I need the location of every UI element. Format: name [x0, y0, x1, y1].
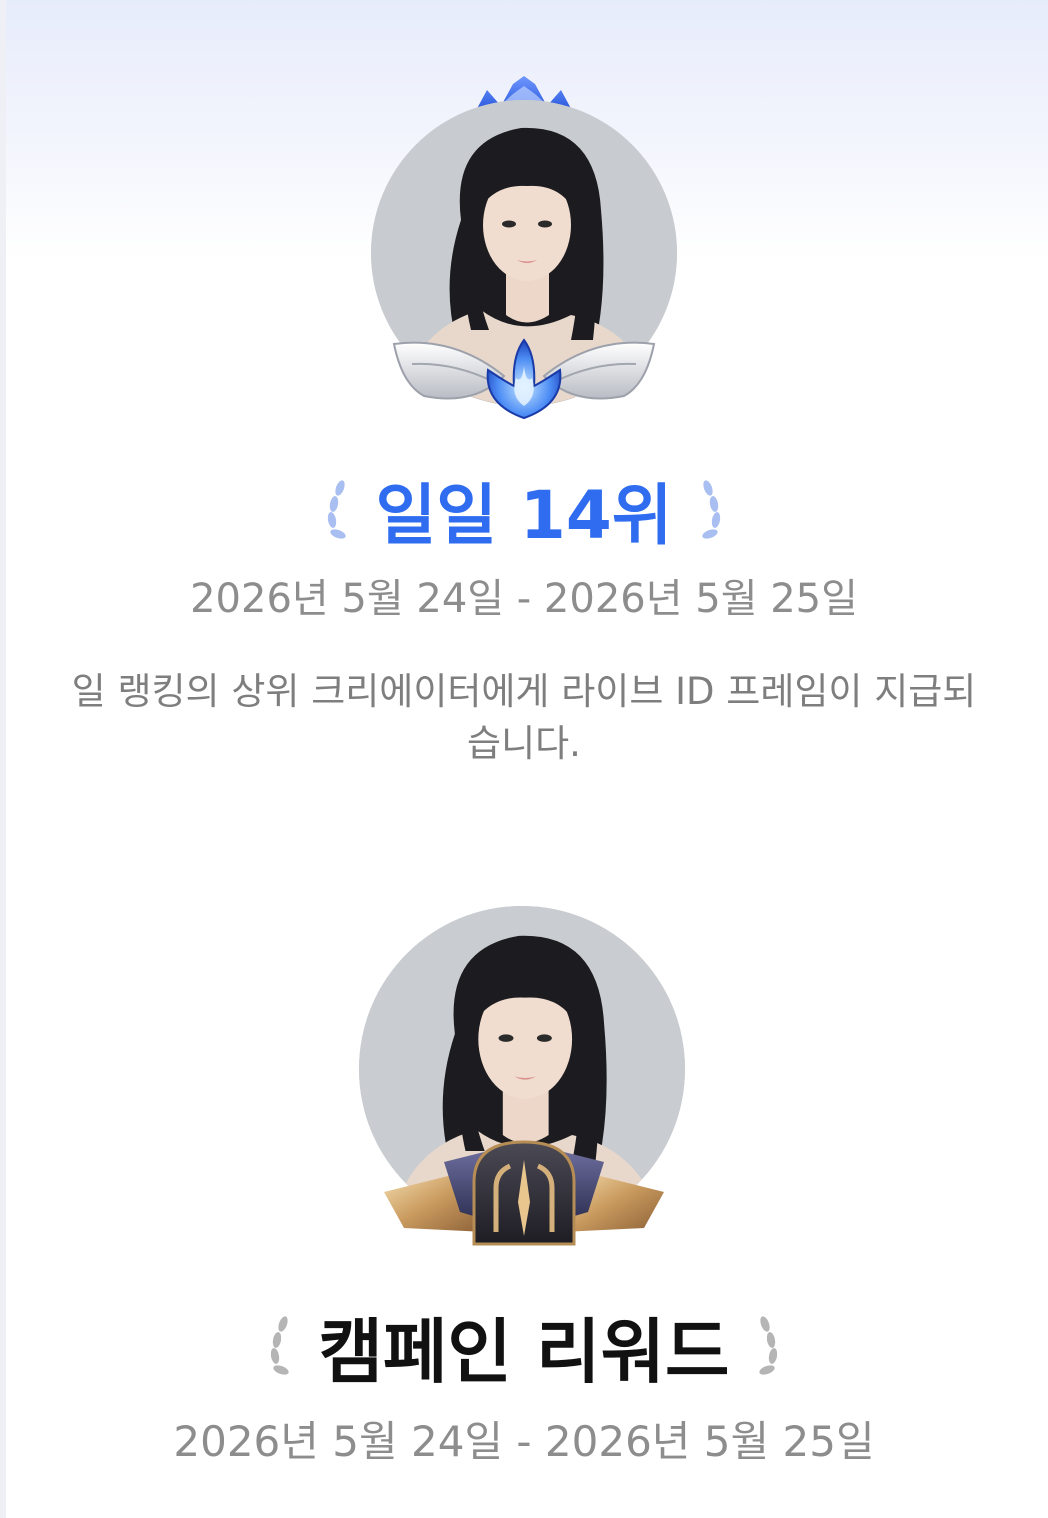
campaign-date-range: 2026년 5월 24일 - 2026년 5월 25일 [173, 1417, 875, 1466]
daily-rank-section: 일일 14위 2026년 5월 24일 - 2026년 5월 25일 일 랭킹의… [0, 0, 1048, 820]
campaign-avatar-frame[interactable] [359, 906, 685, 1246]
right-laurel-icon [702, 480, 721, 539]
left-laurel-icon [327, 480, 346, 539]
daily-rank-avatar-frame[interactable] [364, 70, 684, 430]
description-line-1: 일 랭킹의 상위 크리에이터에게 라이브 ID 프레임이 지급되 [71, 670, 977, 713]
description-line-2: 습니다. [467, 722, 581, 765]
campaign-title-row: 캠페인 리워드 [0, 1304, 1048, 1393]
daily-rank-description: 일 랭킹의 상위 크리에이터에게 라이브 ID 프레임이 지급되 습니다. [0, 664, 1048, 784]
daily-rank-title: 일일 14위 [375, 477, 673, 554]
right-laurel-icon [759, 1316, 778, 1375]
reward-page: 일일 14위 2026년 5월 24일 - 2026년 5월 25일 일 랭킹의… [0, 0, 1048, 1518]
left-laurel-icon [270, 1316, 289, 1375]
daily-rank-title-row: 일일 14위 [0, 468, 1048, 554]
blue-flame-lotus-icon [392, 338, 656, 420]
daily-rank-date-range: 2026년 5월 24일 - 2026년 5월 25일 [190, 576, 858, 622]
gold-arch-emblem-icon [384, 1140, 664, 1246]
campaign-reward-section: 캠페인 리워드 2026년 5월 24일 - 2026년 5월 25일 [0, 880, 1048, 1518]
campaign-reward-title: 캠페인 리워드 [318, 1310, 730, 1393]
